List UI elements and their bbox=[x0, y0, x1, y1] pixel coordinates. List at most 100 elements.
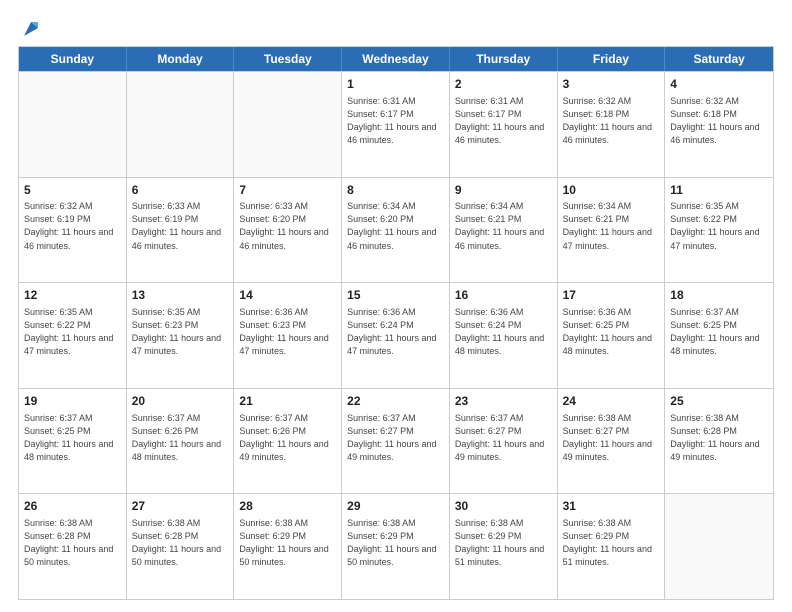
day-cell-26: 26 Sunrise: 6:38 AMSunset: 6:28 PMDayligh… bbox=[19, 494, 127, 599]
day-number: 30 bbox=[455, 498, 552, 515]
day-cell-3: 3 Sunrise: 6:32 AMSunset: 6:18 PMDaylight… bbox=[558, 72, 666, 177]
calendar-week-4: 19 Sunrise: 6:37 AMSunset: 6:25 PMDayligh… bbox=[19, 388, 773, 494]
day-cell-21: 21 Sunrise: 6:37 AMSunset: 6:26 PMDayligh… bbox=[234, 389, 342, 494]
day-number: 8 bbox=[347, 182, 444, 199]
cell-info: Sunrise: 6:35 AMSunset: 6:22 PMDaylight:… bbox=[670, 200, 768, 252]
calendar-week-1: 1 Sunrise: 6:31 AMSunset: 6:17 PMDaylight… bbox=[19, 71, 773, 177]
day-cell-4: 4 Sunrise: 6:32 AMSunset: 6:18 PMDaylight… bbox=[665, 72, 773, 177]
day-number: 24 bbox=[563, 393, 660, 410]
header-cell-sunday: Sunday bbox=[19, 47, 127, 71]
day-cell-13: 13 Sunrise: 6:35 AMSunset: 6:23 PMDayligh… bbox=[127, 283, 235, 388]
day-number: 10 bbox=[563, 182, 660, 199]
logo-icon bbox=[20, 18, 42, 40]
day-number: 17 bbox=[563, 287, 660, 304]
cell-info: Sunrise: 6:38 AMSunset: 6:29 PMDaylight:… bbox=[455, 517, 552, 569]
day-number: 25 bbox=[670, 393, 768, 410]
day-cell-20: 20 Sunrise: 6:37 AMSunset: 6:26 PMDayligh… bbox=[127, 389, 235, 494]
empty-cell bbox=[19, 72, 127, 177]
cell-info: Sunrise: 6:37 AMSunset: 6:25 PMDaylight:… bbox=[670, 306, 768, 358]
day-cell-8: 8Sunrise: 6:34 AMSunset: 6:20 PMDaylight… bbox=[342, 178, 450, 283]
day-number: 3 bbox=[563, 76, 660, 93]
day-number: 4 bbox=[670, 76, 768, 93]
day-cell-16: 16 Sunrise: 6:36 AMSunset: 6:24 PMDayligh… bbox=[450, 283, 558, 388]
cell-info: Sunrise: 6:37 AMSunset: 6:27 PMDaylight:… bbox=[455, 412, 552, 464]
day-cell-5: 5Sunrise: 6:32 AMSunset: 6:19 PMDaylight… bbox=[19, 178, 127, 283]
day-cell-31: 31Sunrise: 6:38 AMSunset: 6:29 PMDayligh… bbox=[558, 494, 666, 599]
day-cell-19: 19 Sunrise: 6:37 AMSunset: 6:25 PMDayligh… bbox=[19, 389, 127, 494]
day-number: 16 bbox=[455, 287, 552, 304]
cell-info: Sunrise: 6:36 AMSunset: 6:24 PMDaylight:… bbox=[455, 306, 552, 358]
day-number: 11 bbox=[670, 182, 768, 199]
header-cell-friday: Friday bbox=[558, 47, 666, 71]
cell-info: Sunrise: 6:36 AMSunset: 6:25 PMDaylight:… bbox=[563, 306, 660, 358]
day-number: 2 bbox=[455, 76, 552, 93]
day-cell-23: 23Sunrise: 6:37 AMSunset: 6:27 PMDayligh… bbox=[450, 389, 558, 494]
cell-info: Sunrise: 6:31 AMSunset: 6:17 PMDaylight:… bbox=[455, 95, 552, 147]
cell-info: Sunrise: 6:31 AMSunset: 6:17 PMDaylight:… bbox=[347, 95, 444, 147]
day-number: 29 bbox=[347, 498, 444, 515]
cell-info: Sunrise: 6:38 AMSunset: 6:28 PMDaylight:… bbox=[132, 517, 229, 569]
cell-info: Sunrise: 6:32 AMSunset: 6:19 PMDaylight:… bbox=[24, 200, 121, 252]
cell-info: Sunrise: 6:32 AMSunset: 6:18 PMDaylight:… bbox=[563, 95, 660, 147]
cell-info: Sunrise: 6:38 AMSunset: 6:27 PMDaylight:… bbox=[563, 412, 660, 464]
day-cell-15: 15Sunrise: 6:36 AMSunset: 6:24 PMDayligh… bbox=[342, 283, 450, 388]
day-cell-11: 11Sunrise: 6:35 AMSunset: 6:22 PMDayligh… bbox=[665, 178, 773, 283]
day-number: 20 bbox=[132, 393, 229, 410]
day-number: 22 bbox=[347, 393, 444, 410]
day-number: 27 bbox=[132, 498, 229, 515]
day-cell-9: 9Sunrise: 6:34 AMSunset: 6:21 PMDaylight… bbox=[450, 178, 558, 283]
cell-info: Sunrise: 6:35 AMSunset: 6:23 PMDaylight:… bbox=[132, 306, 229, 358]
cell-info: Sunrise: 6:37 AMSunset: 6:27 PMDaylight:… bbox=[347, 412, 444, 464]
day-number: 12 bbox=[24, 287, 121, 304]
cell-info: Sunrise: 6:32 AMSunset: 6:18 PMDaylight:… bbox=[670, 95, 768, 147]
cell-info: Sunrise: 6:36 AMSunset: 6:23 PMDaylight:… bbox=[239, 306, 336, 358]
empty-cell bbox=[234, 72, 342, 177]
cell-info: Sunrise: 6:38 AMSunset: 6:29 PMDaylight:… bbox=[563, 517, 660, 569]
day-cell-7: 7Sunrise: 6:33 AMSunset: 6:20 PMDaylight… bbox=[234, 178, 342, 283]
cell-info: Sunrise: 6:38 AMSunset: 6:29 PMDaylight:… bbox=[239, 517, 336, 569]
cell-info: Sunrise: 6:37 AMSunset: 6:26 PMDaylight:… bbox=[132, 412, 229, 464]
day-number: 28 bbox=[239, 498, 336, 515]
cell-info: Sunrise: 6:38 AMSunset: 6:28 PMDaylight:… bbox=[24, 517, 121, 569]
calendar-week-2: 5Sunrise: 6:32 AMSunset: 6:19 PMDaylight… bbox=[19, 177, 773, 283]
day-cell-22: 22 Sunrise: 6:37 AMSunset: 6:27 PMDayligh… bbox=[342, 389, 450, 494]
day-cell-1: 1 Sunrise: 6:31 AMSunset: 6:17 PMDaylight… bbox=[342, 72, 450, 177]
day-cell-2: 2 Sunrise: 6:31 AMSunset: 6:17 PMDaylight… bbox=[450, 72, 558, 177]
day-cell-25: 25 Sunrise: 6:38 AMSunset: 6:28 PMDayligh… bbox=[665, 389, 773, 494]
logo bbox=[18, 18, 42, 36]
day-number: 19 bbox=[24, 393, 121, 410]
cell-info: Sunrise: 6:33 AMSunset: 6:20 PMDaylight:… bbox=[239, 200, 336, 252]
day-number: 9 bbox=[455, 182, 552, 199]
cell-info: Sunrise: 6:34 AMSunset: 6:21 PMDaylight:… bbox=[563, 200, 660, 252]
cell-info: Sunrise: 6:38 AMSunset: 6:28 PMDaylight:… bbox=[670, 412, 768, 464]
calendar-week-5: 26 Sunrise: 6:38 AMSunset: 6:28 PMDayligh… bbox=[19, 493, 773, 599]
day-number: 15 bbox=[347, 287, 444, 304]
header-cell-wednesday: Wednesday bbox=[342, 47, 450, 71]
day-number: 6 bbox=[132, 182, 229, 199]
day-number: 5 bbox=[24, 182, 121, 199]
day-cell-12: 12 Sunrise: 6:35 AMSunset: 6:22 PMDayligh… bbox=[19, 283, 127, 388]
day-number: 26 bbox=[24, 498, 121, 515]
calendar-week-3: 12 Sunrise: 6:35 AMSunset: 6:22 PMDayligh… bbox=[19, 282, 773, 388]
day-cell-28: 28 Sunrise: 6:38 AMSunset: 6:29 PMDayligh… bbox=[234, 494, 342, 599]
empty-cell bbox=[127, 72, 235, 177]
calendar-header-row: SundayMondayTuesdayWednesdayThursdayFrid… bbox=[19, 47, 773, 71]
header-cell-monday: Monday bbox=[127, 47, 235, 71]
day-number: 1 bbox=[347, 76, 444, 93]
day-cell-27: 27 Sunrise: 6:38 AMSunset: 6:28 PMDayligh… bbox=[127, 494, 235, 599]
empty-cell bbox=[665, 494, 773, 599]
cell-info: Sunrise: 6:34 AMSunset: 6:21 PMDaylight:… bbox=[455, 200, 552, 252]
day-cell-18: 18 Sunrise: 6:37 AMSunset: 6:25 PMDayligh… bbox=[665, 283, 773, 388]
day-number: 21 bbox=[239, 393, 336, 410]
day-number: 18 bbox=[670, 287, 768, 304]
day-cell-10: 10Sunrise: 6:34 AMSunset: 6:21 PMDayligh… bbox=[558, 178, 666, 283]
day-number: 13 bbox=[132, 287, 229, 304]
cell-info: Sunrise: 6:37 AMSunset: 6:25 PMDaylight:… bbox=[24, 412, 121, 464]
cell-info: Sunrise: 6:37 AMSunset: 6:26 PMDaylight:… bbox=[239, 412, 336, 464]
day-cell-24: 24 Sunrise: 6:38 AMSunset: 6:27 PMDayligh… bbox=[558, 389, 666, 494]
day-cell-14: 14Sunrise: 6:36 AMSunset: 6:23 PMDayligh… bbox=[234, 283, 342, 388]
cell-info: Sunrise: 6:35 AMSunset: 6:22 PMDaylight:… bbox=[24, 306, 121, 358]
calendar-body: 1 Sunrise: 6:31 AMSunset: 6:17 PMDaylight… bbox=[19, 71, 773, 599]
day-cell-6: 6Sunrise: 6:33 AMSunset: 6:19 PMDaylight… bbox=[127, 178, 235, 283]
header-cell-thursday: Thursday bbox=[450, 47, 558, 71]
